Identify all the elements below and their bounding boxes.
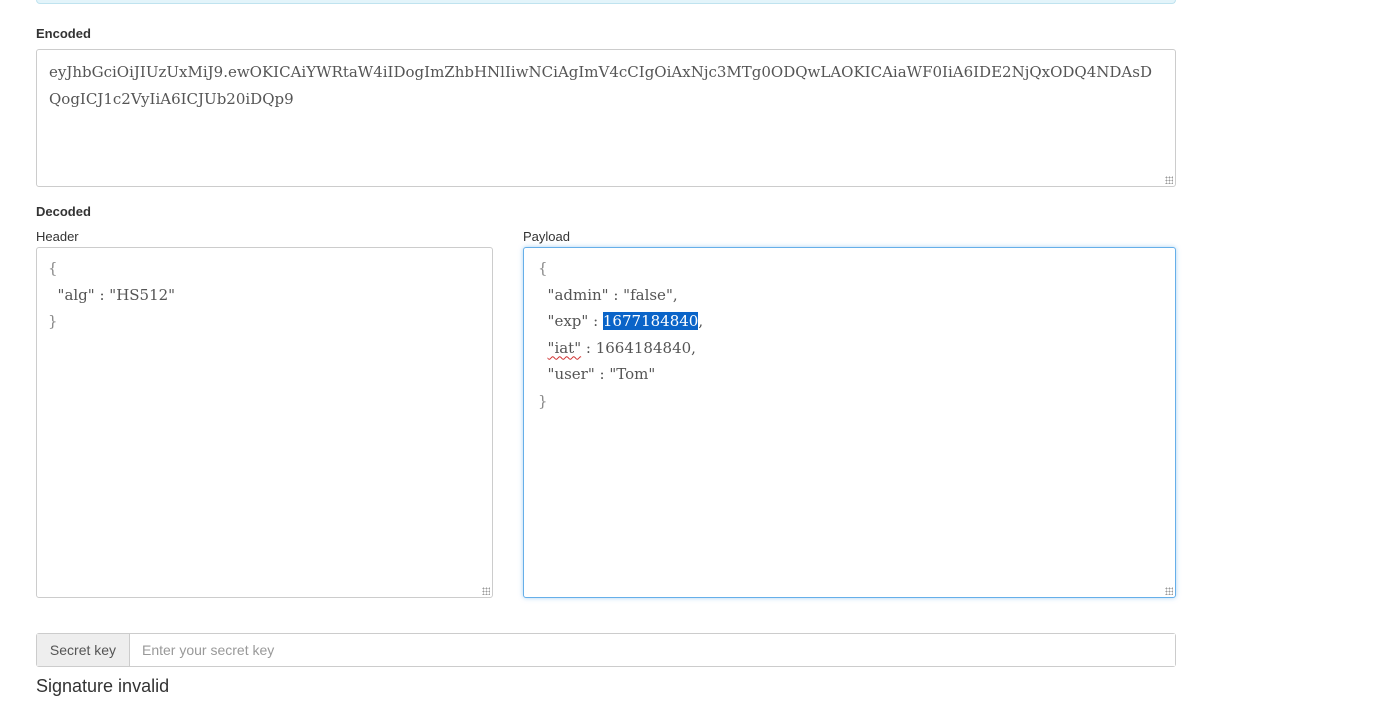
decoded-label: Decoded [36,204,91,219]
payload-json-textarea[interactable]: { "admin" : "false", "exp" : 1677184840,… [523,247,1176,598]
payload-line-exp: "exp" : 1677184840, [538,308,703,335]
header-line-alg: "alg" : "HS512" [48,282,176,309]
encoded-token-textarea[interactable]: eyJhbGciOiJIUzUxMiJ9.ewOKICAiYWRtaW4iIDo… [36,49,1176,187]
json-separator: : [94,285,110,304]
json-key: "alg" [57,285,95,304]
json-key: "exp" [547,312,589,330]
info-banner-edge [36,0,1176,4]
payload-line-iat: "iat" : 1664184840, [538,335,703,362]
payload-label: Payload [523,229,570,244]
payload-json-content[interactable]: { "admin" : "false", "exp" : 1677184840,… [538,255,703,414]
payload-close-brace: } [538,391,548,410]
header-close-brace: } [48,312,58,330]
payload-line-user: "user" : "Tom" [538,361,703,388]
secret-key-input[interactable] [130,634,1175,666]
json-separator: : [588,312,603,330]
header-json-content[interactable]: { "alg" : "HS512" } [48,255,175,335]
resize-grip-icon[interactable] [1165,176,1173,184]
secret-key-group: Secret key [36,633,1176,667]
signature-status: Signature invalid [36,676,170,696]
json-value: "Tom" [609,365,656,383]
json-separator: : [594,365,610,383]
encoded-label: Encoded [36,26,91,41]
header-json-textarea[interactable]: { "alg" : "HS512" } [36,247,493,598]
json-trailing-comma: , [698,312,704,330]
payload-line-admin: "admin" : "false", [538,282,703,309]
json-value-selected[interactable]: 1677184840 [602,312,699,330]
json-value: 1664184840 [595,338,692,357]
encoded-token-text[interactable]: eyJhbGciOiJIUzUxMiJ9.ewOKICAiYWRtaW4iIDo… [49,59,1161,113]
json-separator: : [608,285,624,304]
json-value: "false" [623,285,673,304]
resize-grip-icon[interactable] [1165,587,1173,595]
json-separator: : [581,338,596,357]
json-key: "user" [547,365,595,383]
json-key: "admin" [547,285,609,304]
header-label: Header [36,229,79,244]
json-key-misspelled: "iat" [547,338,582,357]
json-value: "HS512" [109,285,176,304]
payload-open-brace: { [538,259,548,277]
header-open-brace: { [48,259,58,277]
secret-key-addon: Secret key [37,634,130,666]
resize-grip-icon[interactable] [482,587,490,595]
json-trailing-comma: , [672,285,678,304]
json-trailing-comma: , [691,338,696,357]
